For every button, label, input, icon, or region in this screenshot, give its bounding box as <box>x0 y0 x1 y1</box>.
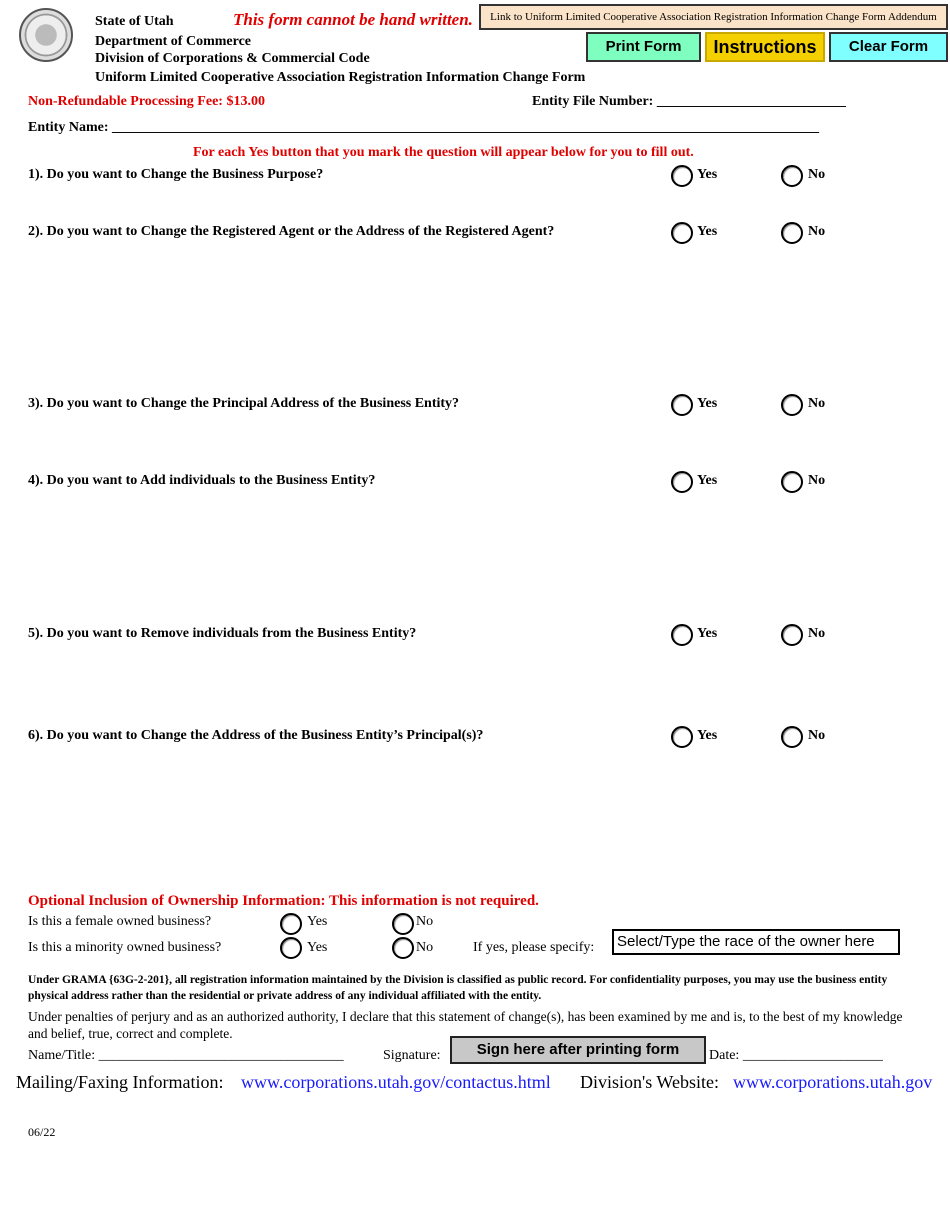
contact-us-link[interactable]: www.corporations.utah.gov/contactus.html <box>241 1072 551 1093</box>
female-yes-radio[interactable] <box>280 913 302 935</box>
female-no-radio[interactable] <box>392 913 414 935</box>
specify-label: If yes, please specify: <box>473 940 595 955</box>
question-1: 1). Do you want to Change the Business P… <box>28 167 324 182</box>
handwritten-warning: This form cannot be hand written. <box>233 10 473 29</box>
question-2-no-label: No <box>808 224 826 239</box>
clear-form-button[interactable]: Clear Form <box>829 32 948 62</box>
name-title-field[interactable]: Name/Title: ____________________________… <box>28 1048 344 1064</box>
question-3-yes-label: Yes <box>697 396 718 411</box>
question-4: 4). Do you want to Add individuals to th… <box>28 473 376 488</box>
minority-no-label: No <box>416 940 434 955</box>
department-label: Department of Commerce <box>95 34 252 49</box>
mailing-label: Mailing/Faxing Information: <box>16 1072 224 1092</box>
question-4-yes-radio[interactable] <box>671 471 693 493</box>
signature-label: Signature: <box>383 1048 441 1063</box>
print-form-button[interactable]: Print Form <box>586 32 701 62</box>
question-5-yes-label: Yes <box>697 626 718 641</box>
minority-yes-label: Yes <box>307 940 328 955</box>
question-4-yes-label: Yes <box>697 473 718 488</box>
utah-seal-icon <box>19 8 73 62</box>
form-version: 06/22 <box>28 1125 56 1139</box>
state-label: State of Utah <box>95 14 174 29</box>
female-no-label: No <box>416 914 434 929</box>
question-5-no-radio[interactable] <box>781 624 803 646</box>
question-3: 3). Do you want to Change the Principal … <box>28 396 460 411</box>
question-1-yes-radio[interactable] <box>671 165 693 187</box>
minority-no-radio[interactable] <box>392 937 414 959</box>
question-3-yes-radio[interactable] <box>671 394 693 416</box>
question-4-no-radio[interactable] <box>781 471 803 493</box>
question-2-yes-label: Yes <box>697 224 718 239</box>
question-3-no-label: No <box>808 396 826 411</box>
instructions-button[interactable]: Instructions <box>705 32 825 62</box>
minority-yes-radio[interactable] <box>280 937 302 959</box>
form-title: Uniform Limited Cooperative Association … <box>95 70 586 85</box>
female-yes-label: Yes <box>307 914 328 929</box>
question-2: 2). Do you want to Change the Registered… <box>28 224 555 239</box>
entity-name-field[interactable]: Entity Name: ___________________________… <box>28 120 819 136</box>
question-6-no-radio[interactable] <box>781 726 803 748</box>
division-label: Division of Corporations & Commercial Co… <box>95 51 370 66</box>
race-combobox[interactable]: Select/Type the race of the owner here <box>612 929 900 955</box>
question-4-no-label: No <box>808 473 826 488</box>
grama-notice: Under GRAMA {63G-2-201}, all registratio… <box>28 974 888 1002</box>
question-5-no-label: No <box>808 626 826 641</box>
date-field[interactable]: Date: ____________________ <box>709 1048 883 1064</box>
sign-here-button[interactable]: Sign here after printing form <box>450 1036 706 1064</box>
question-6: 6). Do you want to Change the Address of… <box>28 728 484 743</box>
question-5-yes-radio[interactable] <box>671 624 693 646</box>
processing-fee: Non-Refundable Processing Fee: $13.00 <box>28 94 265 109</box>
question-2-no-radio[interactable] <box>781 222 803 244</box>
female-owned-question: Is this a female owned business? <box>28 914 212 929</box>
question-1-no-label: No <box>808 167 826 182</box>
entity-file-number-field[interactable]: Entity File Number: ____________________… <box>532 94 846 110</box>
question-6-yes-label: Yes <box>697 728 718 743</box>
minority-owned-question: Is this a minority owned business? <box>28 940 222 955</box>
addendum-link-button[interactable]: Link to Uniform Limited Cooperative Asso… <box>479 4 948 30</box>
question-3-no-radio[interactable] <box>781 394 803 416</box>
ownership-title: Optional Inclusion of Ownership Informat… <box>28 893 539 909</box>
instruction-note: For each Yes button that you mark the qu… <box>193 145 694 160</box>
question-1-no-radio[interactable] <box>781 165 803 187</box>
question-6-yes-radio[interactable] <box>671 726 693 748</box>
question-2-yes-radio[interactable] <box>671 222 693 244</box>
question-1-yes-label: Yes <box>697 167 718 182</box>
question-6-no-label: No <box>808 728 826 743</box>
website-label: Division's Website: <box>580 1072 719 1092</box>
form-page: State of Utah Department of Commerce Div… <box>0 0 950 1230</box>
question-5: 5). Do you want to Remove individuals fr… <box>28 626 417 641</box>
division-website-link[interactable]: www.corporations.utah.gov <box>733 1072 932 1093</box>
